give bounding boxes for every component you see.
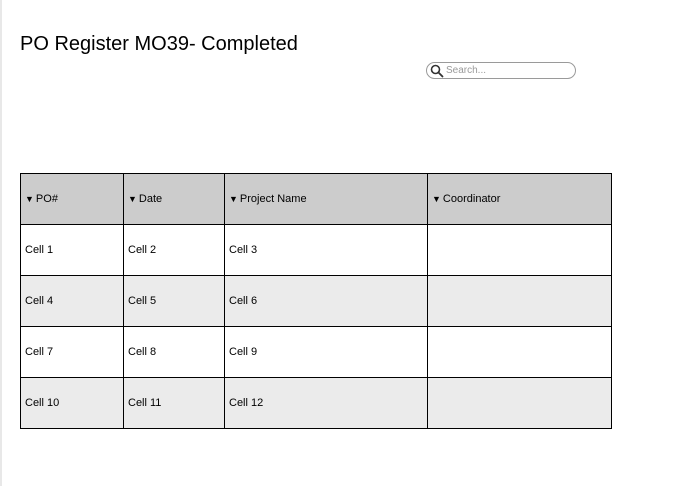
page-title: PO Register MO39- Completed [20,33,298,55]
search-icon [430,64,444,78]
left-edge-border [0,0,2,486]
table-cell-date: Cell 8 [123,326,225,378]
column-header-coordinator[interactable]: ▼ Coordinator [427,173,612,225]
sort-down-arrow-icon: ▼ [229,194,238,204]
table-cell-project-name: Cell 3 [224,224,428,276]
table-row[interactable]: Cell 7 Cell 8 Cell 9 [20,326,612,378]
table-cell-coordinator [427,326,612,378]
table-cell-date: Cell 2 [123,224,225,276]
table-cell-date: Cell 5 [123,275,225,327]
sort-down-arrow-icon: ▼ [432,194,441,204]
table-cell-project-name: Cell 9 [224,326,428,378]
table-cell-coordinator [427,224,612,276]
column-header-label: Date [138,193,163,205]
table-cell-date: Cell 11 [123,377,225,429]
table-cell-coordinator [427,377,612,429]
table-cell-coordinator [427,275,612,327]
search-box[interactable] [426,62,576,79]
sort-down-arrow-icon: ▼ [25,194,34,204]
column-header-label: Project Name [239,193,307,205]
table-header-row: ▼ PO# ▼ Date ▼ Project Name ▼ Coordinator [20,173,612,225]
table-cell-project-name: Cell 12 [224,377,428,429]
column-header-project-name[interactable]: ▼ Project Name [224,173,428,225]
po-register-table: ▼ PO# ▼ Date ▼ Project Name ▼ Coordinator Ce… [20,173,612,429]
table-row[interactable]: Cell 1 Cell 2 Cell 3 [20,224,612,276]
column-header-label: PO# [35,193,58,205]
table-cell-po-number: Cell 10 [20,377,124,429]
column-header-po-number[interactable]: ▼ PO# [20,173,124,225]
table-cell-project-name: Cell 6 [224,275,428,327]
column-header-label: Coordinator [442,193,501,205]
search-input[interactable] [446,63,572,78]
table-cell-po-number: Cell 1 [20,224,124,276]
sort-down-arrow-icon: ▼ [128,194,137,204]
table-row[interactable]: Cell 10 Cell 11 Cell 12 [20,377,612,429]
column-header-date[interactable]: ▼ Date [123,173,225,225]
table-row[interactable]: Cell 4 Cell 5 Cell 6 [20,275,612,327]
table-cell-po-number: Cell 7 [20,326,124,378]
table-cell-po-number: Cell 4 [20,275,124,327]
